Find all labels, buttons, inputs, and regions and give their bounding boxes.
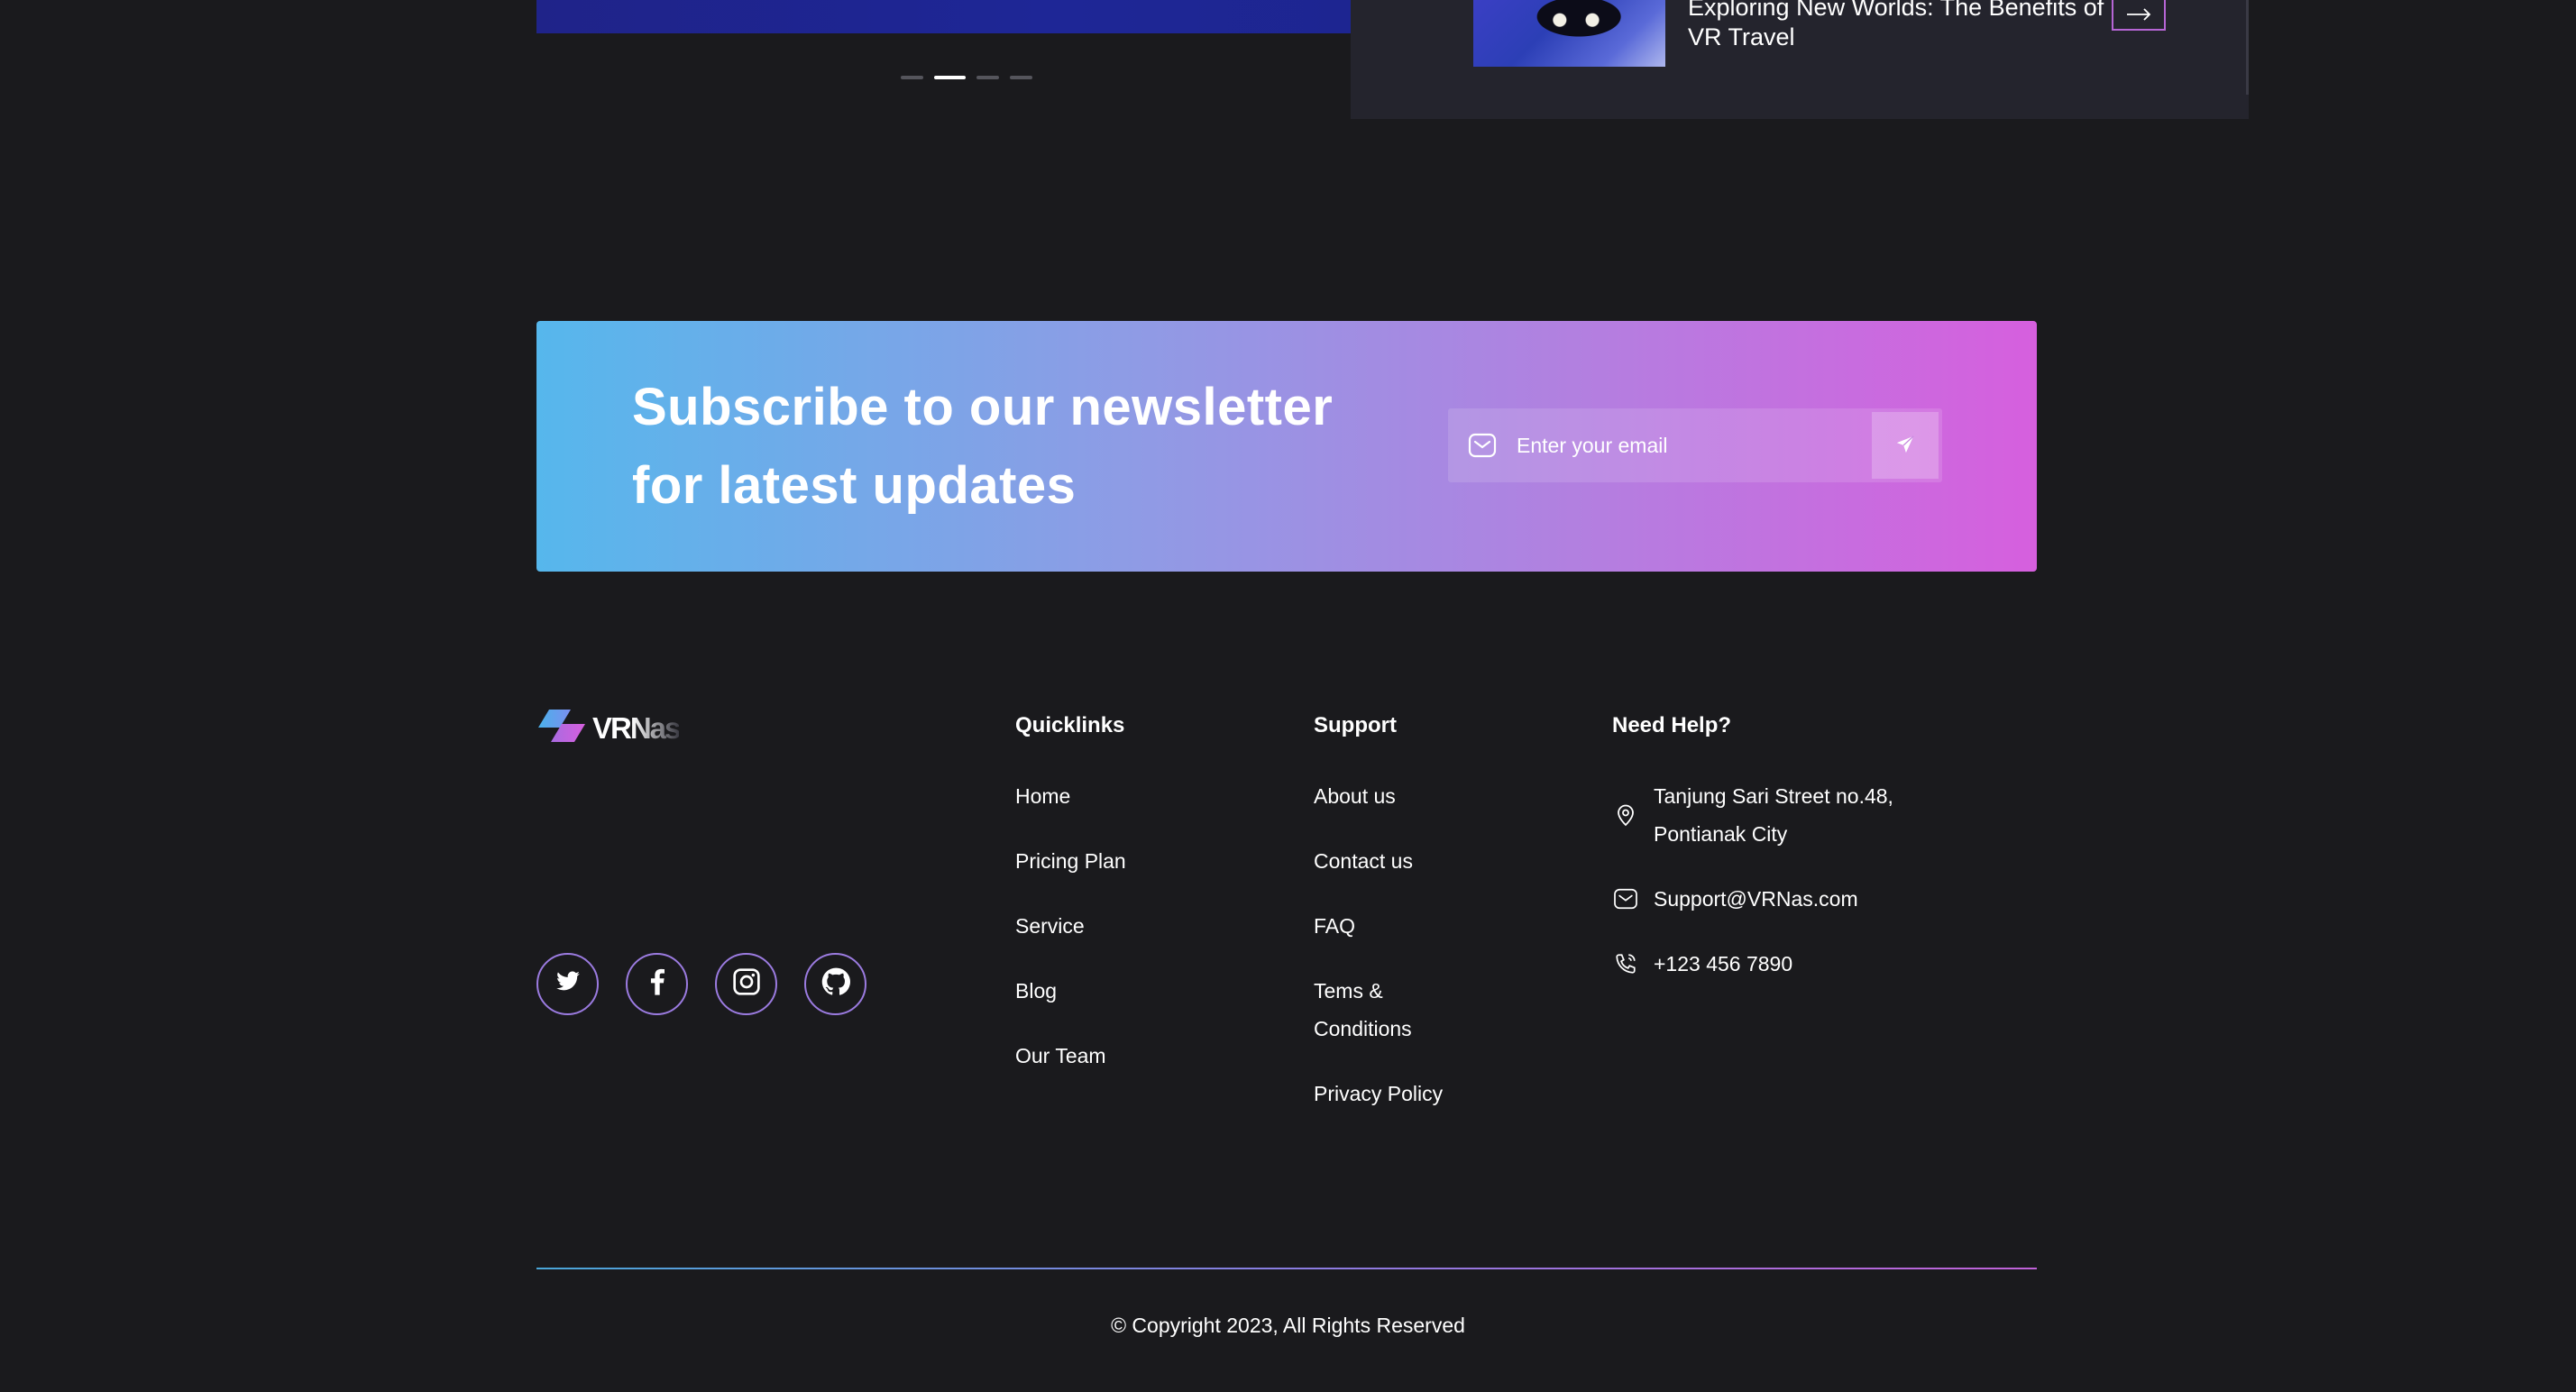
instagram-icon xyxy=(732,967,761,1001)
instagram-link[interactable] xyxy=(715,953,777,1015)
email-input[interactable] xyxy=(1517,408,1872,482)
blog-thumbnail[interactable] xyxy=(1473,0,1665,67)
hero-slide-image xyxy=(536,0,1397,33)
scrollbar[interactable] xyxy=(2246,0,2249,95)
carousel-dot[interactable] xyxy=(976,76,999,79)
location-pin-icon xyxy=(1612,777,1639,853)
address-item: Tanjung Sari Street no.48, Pontianak Cit… xyxy=(1612,777,1924,853)
send-button[interactable] xyxy=(1872,412,1939,479)
footer-link-label[interactable]: FAQ xyxy=(1314,914,1355,938)
address-text: Tanjung Sari Street no.48, Pontianak Cit… xyxy=(1654,784,1893,846)
footer-link-home[interactable]: Home xyxy=(1015,777,1126,815)
carousel-dot[interactable] xyxy=(901,76,923,79)
support-heading: Support xyxy=(1314,713,1397,737)
phone-item[interactable]: +123 456 7890 xyxy=(1612,945,1924,983)
twitter-link[interactable] xyxy=(536,953,599,1015)
facebook-icon xyxy=(650,968,665,1000)
footer-link-contact[interactable]: Contact us xyxy=(1314,842,1458,880)
social-links xyxy=(536,953,866,1015)
carousel-dot-active[interactable] xyxy=(934,76,966,79)
github-link[interactable] xyxy=(804,953,866,1015)
footer-link-label[interactable]: Home xyxy=(1015,784,1070,808)
arrow-right-icon[interactable] xyxy=(2112,0,2166,31)
newsletter-form xyxy=(1448,408,1942,482)
footer-link-label[interactable]: Tems & Conditions xyxy=(1314,979,1412,1040)
logo[interactable]: VRNas xyxy=(536,708,681,748)
email-text[interactable]: Support@VRNas.com xyxy=(1654,880,1858,918)
help-heading: Need Help? xyxy=(1612,713,1732,737)
footer-link-team[interactable]: Our Team xyxy=(1015,1037,1126,1075)
github-icon xyxy=(821,967,850,1001)
carousel-dots xyxy=(901,75,1032,80)
footer-link-label[interactable]: Our Team xyxy=(1015,1044,1106,1067)
newsletter-banner: Subscribe to our newsletter for latest u… xyxy=(536,321,2037,572)
footer-link-label[interactable]: Service xyxy=(1015,914,1085,938)
twitter-icon xyxy=(555,971,581,997)
blog-title[interactable]: Exploring New Worlds: The Benefits of VR… xyxy=(1688,0,2112,52)
footer-link-label[interactable]: Contact us xyxy=(1314,849,1413,873)
footer-link-faq[interactable]: FAQ xyxy=(1314,907,1458,945)
phone-text[interactable]: +123 456 7890 xyxy=(1654,945,1792,983)
envelope-icon xyxy=(1612,880,1639,918)
quicklinks-column: Quicklinks Home Pricing Plan Service Blo… xyxy=(1015,712,1126,1102)
footer-divider xyxy=(536,1268,2037,1269)
footer-link-label[interactable]: About us xyxy=(1314,784,1396,808)
carousel-dot[interactable] xyxy=(1010,76,1032,79)
footer-link-label[interactable]: Pricing Plan xyxy=(1015,849,1126,873)
email-item[interactable]: Support@VRNas.com xyxy=(1612,880,1924,918)
copyright-text: © Copyright 2023, All Rights Reserved xyxy=(1111,1314,1465,1337)
footer-link-privacy[interactable]: Privacy Policy xyxy=(1314,1075,1458,1113)
support-column: Support About us Contact us FAQ Tems & C… xyxy=(1314,712,1458,1140)
help-column: Need Help? Tanjung Sari Street no.48, Po… xyxy=(1612,712,1924,1010)
newsletter-title: Subscribe to our newsletter for latest u… xyxy=(632,378,1334,515)
logo-icon xyxy=(536,708,587,748)
facebook-link[interactable] xyxy=(626,953,688,1015)
blog-card: Exploring New Worlds: The Benefits of VR… xyxy=(1351,0,2249,119)
footer-link-blog[interactable]: Blog xyxy=(1015,972,1126,1010)
footer-link-label[interactable]: Privacy Policy xyxy=(1314,1082,1443,1105)
footer-link-service[interactable]: Service xyxy=(1015,907,1126,945)
mail-icon xyxy=(1448,408,1517,482)
footer-link-pricing[interactable]: Pricing Plan xyxy=(1015,842,1126,880)
logo-text: VRNas xyxy=(592,710,681,745)
footer-link-terms[interactable]: Tems & Conditions xyxy=(1314,972,1458,1048)
phone-icon xyxy=(1612,945,1639,983)
footer-link-about[interactable]: About us xyxy=(1314,777,1458,815)
footer-link-label[interactable]: Blog xyxy=(1015,979,1057,1003)
send-icon xyxy=(1895,435,1915,457)
quicklinks-heading: Quicklinks xyxy=(1015,713,1125,737)
